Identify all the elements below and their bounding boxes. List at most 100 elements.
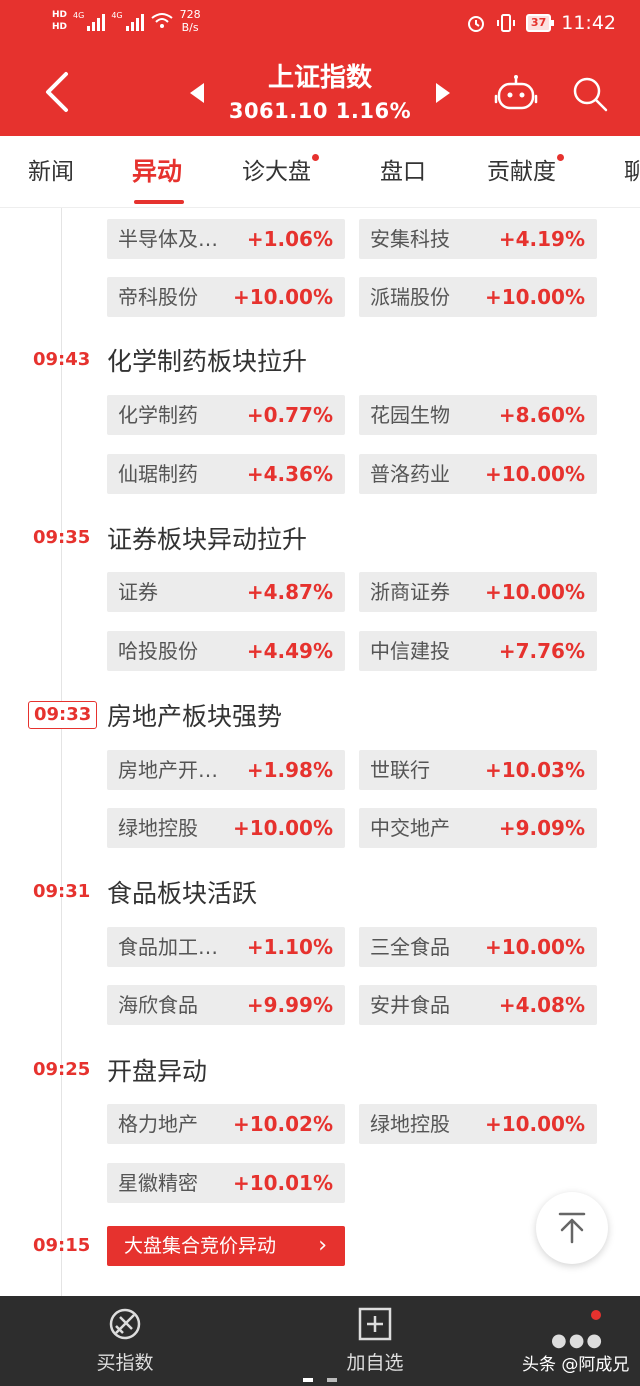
stock-chip[interactable]: 中信建投 +7.76%: [359, 631, 597, 671]
stock-chip[interactable]: 化学制药 +0.77%: [107, 395, 345, 435]
signal-bar: [135, 18, 139, 31]
add-icon: [358, 1307, 392, 1341]
tab-order-book[interactable]: 盘口: [380, 136, 426, 208]
hd-indicator: HD HD: [52, 9, 67, 33]
event-title[interactable]: 开盘异动: [107, 1055, 207, 1089]
watermark: 头条 @阿成兄: [522, 1355, 630, 1375]
vibrate-icon: [496, 14, 515, 32]
stock-name: 哈投股份: [118, 639, 198, 663]
page-indicator: [327, 1378, 337, 1382]
hd-top-label: HD: [52, 10, 68, 20]
search-icon[interactable]: [570, 74, 610, 114]
stock-chip[interactable]: 哈投股份 +4.49%: [107, 631, 345, 671]
tab-movement[interactable]: 异动: [132, 136, 182, 208]
stock-change: +4.36%: [246, 462, 333, 486]
next-index-icon[interactable]: [436, 83, 450, 103]
stock-chip[interactable]: 派瑞股份 +10.00%: [359, 277, 597, 317]
stock-chip[interactable]: 安井食品 +4.08%: [359, 985, 597, 1025]
stock-chip[interactable]: 中交地产 +9.09%: [359, 808, 597, 848]
stock-chip[interactable]: 星徽精密 +10.01%: [107, 1163, 345, 1203]
stock-change: +1.98%: [246, 758, 333, 782]
stock-change: +10.00%: [484, 285, 585, 309]
buy-index-button[interactable]: 买指数: [60, 1296, 190, 1386]
stock-chip[interactable]: 海欣食品 +9.99%: [107, 985, 345, 1025]
stock-name: 化学制药: [118, 403, 198, 427]
stock-change: +10.02%: [232, 1112, 333, 1136]
stock-chip[interactable]: 普洛药业 +10.00%: [359, 454, 597, 494]
stock-name: 绿地控股: [370, 1112, 450, 1136]
buy-index-label: 买指数: [96, 1352, 154, 1374]
stock-name: 中信建投: [370, 639, 450, 663]
tab-contribution[interactable]: 贡献度: [487, 136, 564, 208]
buy-index-icon: [109, 1308, 141, 1340]
stock-chip[interactable]: 格力地产 +10.02%: [107, 1104, 345, 1144]
scroll-to-top-icon[interactable]: [536, 1192, 608, 1264]
add-watchlist-button[interactable]: 加自选: [310, 1296, 440, 1386]
stock-chip[interactable]: 世联行 +10.03%: [359, 750, 597, 790]
stock-change: +9.99%: [246, 993, 333, 1017]
stock-change: +7.76%: [498, 639, 585, 663]
tab-label: 贡献度: [487, 159, 556, 185]
tab-label: 盘口: [380, 159, 426, 185]
stock-change: +10.00%: [484, 462, 585, 486]
stock-chip[interactable]: 花园生物 +8.60%: [359, 395, 597, 435]
notification-dot: [557, 154, 564, 161]
stock-chip[interactable]: 半导体及… +1.06%: [107, 219, 345, 259]
stock-chip[interactable]: 安集科技 +4.19%: [359, 219, 597, 259]
stock-name: 浙商证券: [370, 580, 450, 604]
stock-change: +10.00%: [484, 1112, 585, 1136]
signal-icon: 4G: [73, 11, 106, 31]
signal-type-label: 4G: [111, 11, 123, 20]
tab-chat[interactable]: 聊: [624, 136, 640, 208]
stock-chip[interactable]: 帝科股份 +10.00%: [107, 277, 345, 317]
event-time: 09:31: [33, 881, 91, 902]
stock-change: +4.49%: [246, 639, 333, 663]
stock-change: +0.77%: [246, 403, 333, 427]
stock-change: +8.60%: [498, 403, 585, 427]
stock-name: 海欣食品: [118, 993, 198, 1017]
prev-index-icon[interactable]: [190, 83, 204, 103]
page-title: 上证指数: [267, 63, 372, 93]
event-title[interactable]: 证券板块异动拉升: [107, 523, 307, 557]
stock-name: 三全食品: [370, 935, 450, 959]
event-title[interactable]: 食品板块活跃: [107, 877, 257, 911]
stock-name: 花园生物: [370, 403, 450, 427]
speed-unit: B/s: [181, 21, 199, 34]
tab-bar: 新闻 异动 诊大盘 盘口 贡献度 聊: [0, 136, 640, 208]
robot-assistant-icon[interactable]: [494, 74, 538, 114]
signal-bar: [140, 14, 144, 31]
status-bar: HD HD 4G 4G 728 B/s 37 11:42: [0, 0, 640, 50]
call-auction-button[interactable]: 大盘集合竞价异动 ›: [107, 1226, 345, 1266]
stock-chip[interactable]: 仙琚制药 +4.36%: [107, 454, 345, 494]
stock-chip[interactable]: 房地产开… +1.98%: [107, 750, 345, 790]
hd-bottom-label: HD: [52, 22, 68, 32]
tab-news[interactable]: 新闻: [28, 136, 74, 208]
tab-label: 诊大盘: [242, 159, 311, 185]
stock-change: +10.03%: [484, 758, 585, 782]
header: HD HD 4G 4G 728 B/s 37 11:42 上证指数 3061.1…: [0, 0, 640, 136]
event-time: 09:25: [33, 1059, 91, 1080]
stock-change: +10.00%: [232, 285, 333, 309]
stock-name: 仙琚制药: [118, 462, 198, 486]
stock-change: +10.00%: [484, 935, 585, 959]
stock-chip[interactable]: 证券 +4.87%: [107, 572, 345, 612]
stock-name: 安井食品: [370, 993, 450, 1017]
stock-chip[interactable]: 绿地控股 +10.00%: [107, 808, 345, 848]
event-time: 09:35: [33, 527, 91, 548]
stock-change: +9.09%: [498, 816, 585, 840]
tab-diagnosis[interactable]: 诊大盘: [242, 136, 319, 208]
signal-icon: 4G: [111, 11, 144, 31]
back-icon[interactable]: [38, 70, 78, 114]
stock-chip[interactable]: 浙商证券 +10.00%: [359, 572, 597, 612]
stock-change: +10.00%: [484, 580, 585, 604]
stock-name: 中交地产: [370, 816, 450, 840]
stock-chip[interactable]: 绿地控股 +10.00%: [359, 1104, 597, 1144]
stock-name: 房地产开…: [118, 758, 218, 782]
stock-name: 绿地控股: [118, 816, 198, 840]
stock-chip[interactable]: 三全食品 +10.00%: [359, 927, 597, 967]
event-title[interactable]: 房地产板块强势: [107, 700, 282, 734]
more-icon[interactable]: ●●●: [551, 1330, 604, 1351]
stock-chip[interactable]: 食品加工… +1.10%: [107, 927, 345, 967]
event-title[interactable]: 化学制药板块拉升: [107, 345, 307, 379]
chevron-right-icon: ›: [318, 1233, 327, 1258]
